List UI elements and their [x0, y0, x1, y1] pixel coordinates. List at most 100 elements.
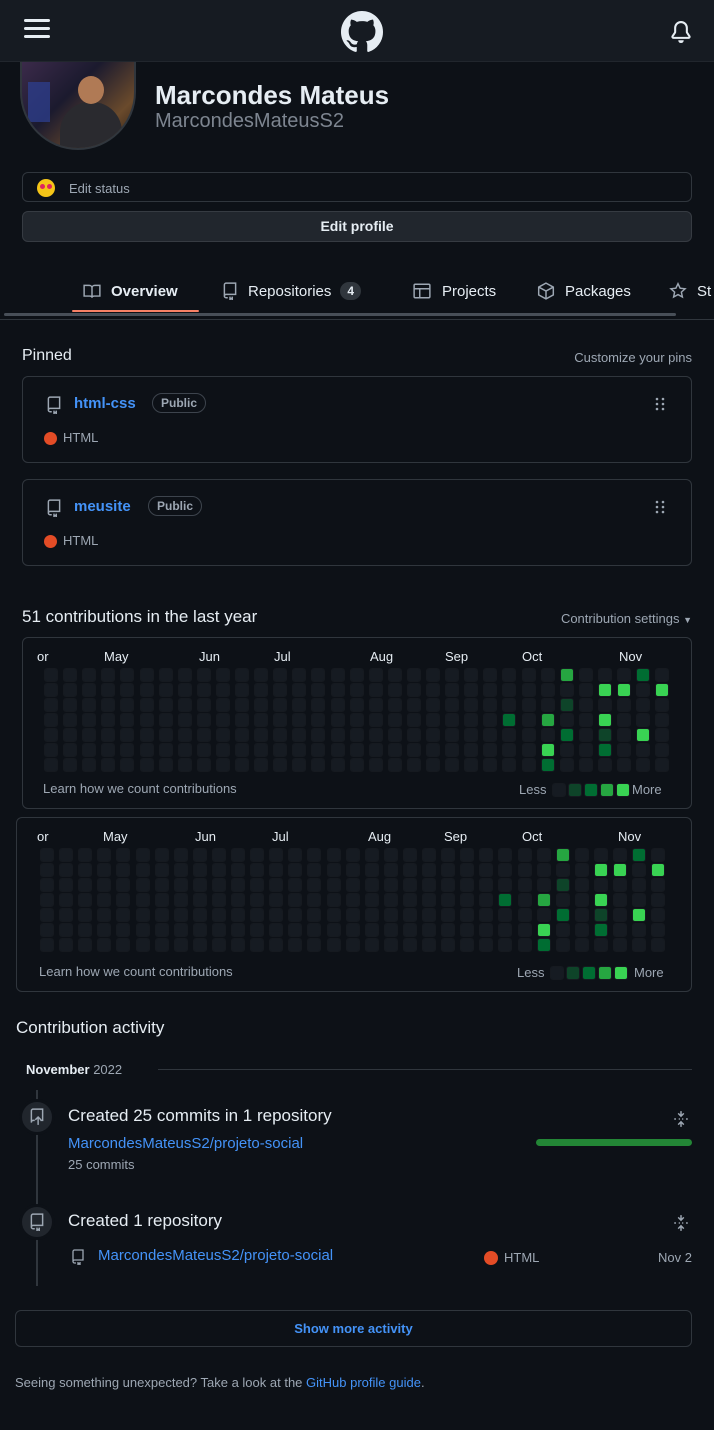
contribution-day-cell[interactable] [555, 938, 570, 952]
contribution-day-cell[interactable] [460, 878, 475, 892]
contribution-day-cell[interactable] [441, 938, 456, 952]
contribution-day-cell[interactable] [483, 683, 498, 697]
contribution-day-cell[interactable] [135, 878, 150, 892]
contribution-day-cell[interactable] [40, 938, 54, 952]
contribution-day-cell[interactable] [445, 728, 460, 742]
contribution-day-cell[interactable] [326, 938, 341, 952]
contribution-day-cell[interactable] [250, 863, 265, 877]
contribution-day-cell[interactable] [59, 938, 74, 952]
contribution-day-cell[interactable] [460, 848, 475, 862]
contribution-day-cell[interactable] [536, 878, 551, 892]
contribution-day-cell[interactable] [655, 743, 670, 757]
contribution-day-cell[interactable] [632, 938, 647, 952]
contribution-day-cell[interactable] [273, 683, 288, 697]
contribution-day-cell[interactable] [273, 758, 288, 772]
contribution-day-cell[interactable] [235, 758, 249, 772]
contribution-day-cell[interactable] [288, 893, 303, 907]
contribution-day-cell[interactable] [655, 713, 670, 727]
contribution-day-cell[interactable] [632, 878, 647, 892]
contribution-day-cell[interactable] [364, 863, 379, 877]
contribution-day-cell[interactable] [97, 893, 112, 907]
contribution-day-cell[interactable] [387, 758, 402, 772]
contribution-day-cell[interactable] [578, 698, 593, 712]
contribution-day-cell[interactable] [311, 683, 326, 697]
contribution-day-cell[interactable] [636, 758, 651, 772]
contribution-day-cell[interactable] [215, 698, 230, 712]
contribution-day-cell[interactable] [498, 923, 513, 937]
contribution-day-cell[interactable] [192, 908, 207, 922]
contribution-day-cell[interactable] [120, 683, 135, 697]
contribution-day-cell[interactable] [651, 863, 666, 877]
contribution-day-cell[interactable] [235, 698, 249, 712]
contribution-day-cell[interactable] [292, 698, 307, 712]
contribution-day-cell[interactable] [345, 938, 360, 952]
contribution-day-cell[interactable] [82, 668, 97, 682]
contribution-day-cell[interactable] [655, 683, 670, 697]
contribution-day-cell[interactable] [82, 698, 97, 712]
contribution-day-cell[interactable] [593, 923, 608, 937]
contribution-day-cell[interactable] [349, 668, 364, 682]
contribution-day-cell[interactable] [196, 668, 211, 682]
contribution-day-cell[interactable] [593, 938, 608, 952]
contribution-day-cell[interactable] [597, 743, 612, 757]
contribution-day-cell[interactable] [44, 728, 58, 742]
contribution-day-cell[interactable] [307, 938, 322, 952]
contribution-day-cell[interactable] [517, 938, 532, 952]
contribution-day-cell[interactable] [288, 908, 303, 922]
contribution-day-cell[interactable] [364, 848, 379, 862]
contribution-day-cell[interactable] [40, 863, 54, 877]
contribution-day-cell[interactable] [426, 683, 440, 697]
tab-projects[interactable]: Projects [411, 278, 496, 304]
contribution-day-cell[interactable] [307, 848, 322, 862]
contribution-day-cell[interactable] [464, 668, 479, 682]
contribution-day-cell[interactable] [574, 863, 589, 877]
contribution-day-cell[interactable] [311, 743, 326, 757]
contribution-day-cell[interactable] [63, 728, 78, 742]
contribution-day-cell[interactable] [101, 668, 116, 682]
contribution-day-cell[interactable] [406, 758, 421, 772]
contribution-day-cell[interactable] [593, 878, 608, 892]
contribution-day-cell[interactable] [521, 728, 536, 742]
contribution-day-cell[interactable] [78, 848, 93, 862]
contribution-day-cell[interactable] [426, 668, 440, 682]
contribution-day-cell[interactable] [617, 758, 631, 772]
contribution-day-cell[interactable] [82, 743, 97, 757]
contribution-day-cell[interactable] [288, 848, 303, 862]
contribution-day-cell[interactable] [116, 893, 131, 907]
activity-commit-count[interactable]: 25 commits [68, 1157, 134, 1172]
contribution-day-cell[interactable] [139, 698, 154, 712]
contribution-day-cell[interactable] [636, 683, 651, 697]
contribution-day-cell[interactable] [617, 668, 631, 682]
contribution-day-cell[interactable] [368, 683, 383, 697]
contribution-day-cell[interactable] [330, 728, 345, 742]
contribution-day-cell[interactable] [254, 713, 269, 727]
contribution-day-cell[interactable] [517, 863, 532, 877]
contribution-day-cell[interactable] [597, 713, 612, 727]
contribution-day-cell[interactable] [651, 923, 666, 937]
contribution-day-cell[interactable] [383, 893, 398, 907]
contribution-day-cell[interactable] [613, 848, 627, 862]
contribution-day-cell[interactable] [288, 923, 303, 937]
contribution-day-cell[interactable] [192, 863, 207, 877]
contribution-day-cell[interactable] [211, 893, 226, 907]
contribution-day-cell[interactable] [651, 893, 666, 907]
contribution-day-cell[interactable] [40, 923, 54, 937]
contribution-day-cell[interactable] [574, 938, 589, 952]
contribution-day-cell[interactable] [574, 893, 589, 907]
contribution-day-cell[interactable] [154, 878, 169, 892]
contribution-day-cell[interactable] [97, 938, 112, 952]
contribution-day-cell[interactable] [460, 893, 475, 907]
contribution-day-cell[interactable] [383, 878, 398, 892]
contribution-day-cell[interactable] [406, 683, 421, 697]
contribution-day-cell[interactable] [617, 698, 631, 712]
contribution-day-cell[interactable] [445, 698, 460, 712]
contribution-day-cell[interactable] [402, 938, 417, 952]
contribution-day-cell[interactable] [555, 878, 570, 892]
contribution-day-cell[interactable] [82, 728, 97, 742]
contribution-day-cell[interactable] [521, 758, 536, 772]
contribution-day-cell[interactable] [116, 848, 131, 862]
contribution-day-cell[interactable] [617, 743, 631, 757]
contribution-day-cell[interactable] [139, 728, 154, 742]
fold-icon[interactable] [672, 1214, 690, 1232]
contribution-day-cell[interactable] [441, 923, 456, 937]
